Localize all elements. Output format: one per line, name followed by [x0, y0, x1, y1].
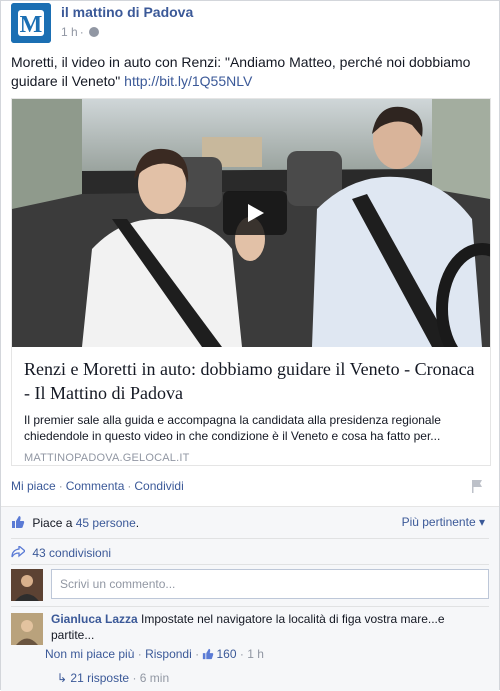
share-arrow-icon — [11, 546, 25, 558]
play-button[interactable] — [223, 191, 287, 235]
post-short-link[interactable]: http://bit.ly/1Q55NLV — [124, 73, 252, 89]
comment-button[interactable]: Commenta — [66, 479, 125, 493]
comment-meta: Non mi piace più · Rispondi · 160 · 1 h — [45, 647, 264, 661]
divider — [11, 538, 489, 539]
comment-likes-count[interactable]: 160 — [216, 647, 236, 661]
like-button[interactable]: Mi piace — [11, 479, 56, 493]
comment-unlike-link[interactable]: Non mi piace più — [45, 647, 134, 661]
post-text: Moretti, il video in auto con Renzi: "An… — [11, 53, 491, 91]
action-separator: · — [58, 479, 63, 493]
attachment-description: Il premier sale alla guida e accompagna … — [24, 413, 441, 443]
flag-icon[interactable] — [471, 479, 483, 493]
replies-link[interactable]: ↳ 21 risposte · 6 min — [57, 671, 169, 685]
commenter-avatar[interactable] — [11, 613, 43, 645]
meta-separator: · — [239, 647, 244, 661]
commenter-avatar-image — [11, 613, 43, 645]
likes-row: Piace a 45 persone. Più pertinente ▾ — [11, 515, 489, 533]
shares-count: 43 condivisioni — [32, 546, 112, 560]
post-header: M il mattino di Padova 1 h · — [11, 3, 491, 47]
globe-icon[interactable] — [88, 27, 99, 37]
post-time[interactable]: 1 h — [61, 25, 78, 39]
page-logo[interactable]: M — [11, 3, 51, 43]
link-attachment[interactable]: Renzi e Moretti in auto: dobbiamo guidar… — [11, 98, 491, 466]
post-actions: Mi piace · Commenta · Condividi — [11, 479, 491, 493]
chevron-down-icon: ▾ — [478, 515, 485, 529]
meta-separator: · — [195, 647, 200, 661]
comment-time[interactable]: 1 h — [247, 647, 264, 661]
video-thumbnail[interactable] — [12, 99, 490, 347]
relevance-label: Più pertinente — [401, 515, 476, 529]
page-logo-image: M — [11, 3, 51, 43]
divider — [11, 564, 489, 565]
action-separator: · — [127, 479, 132, 493]
meta-separator: · — [137, 647, 142, 661]
comment-composer — [11, 568, 489, 602]
comment-input[interactable] — [51, 569, 489, 599]
shares-row[interactable]: 43 condivisioni — [11, 546, 111, 560]
replies-count: 21 risposte — [70, 671, 130, 685]
attachment-body[interactable]: Renzi e Moretti in auto: dobbiamo guidar… — [12, 347, 490, 465]
attachment-domain: MATTINOPADOVA.GELOCAL.IT — [24, 452, 190, 464]
meta-separator: · — [132, 671, 137, 685]
reply-arrow-icon: ↳ — [57, 671, 68, 685]
likes-count-link[interactable]: 45 persone — [76, 516, 136, 530]
logo-letter: M — [20, 12, 43, 38]
share-button[interactable]: Condividi — [134, 479, 183, 493]
meta-separator: · — [79, 25, 84, 39]
likes-prefix: Piace a — [32, 516, 73, 530]
feedback-section: Piace a 45 persone. Più pertinente ▾ 43 … — [1, 506, 499, 691]
attachment-title[interactable]: Renzi e Moretti in auto: dobbiamo guidar… — [24, 357, 478, 405]
thumbs-up-icon — [203, 648, 214, 660]
replies-time: 6 min — [139, 671, 170, 685]
user-avatar-image — [11, 569, 43, 601]
page-name-link[interactable]: il mattino di Padova — [61, 4, 193, 20]
relevance-dropdown[interactable]: Più pertinente ▾ — [402, 515, 485, 529]
comment-body: Gianluca Lazza Impostate nel navigatore … — [51, 611, 489, 643]
divider — [11, 606, 489, 607]
feed-post: M il mattino di Padova 1 h · Moretti, il… — [0, 0, 500, 691]
post-meta: 1 h · — [61, 25, 99, 39]
likes-suffix: . — [135, 516, 140, 530]
thumbs-up-icon — [12, 516, 25, 528]
comment-reply-link[interactable]: Rispondi — [145, 647, 192, 661]
avatar[interactable] — [11, 569, 43, 601]
comment-author[interactable]: Gianluca Lazza — [51, 612, 138, 626]
